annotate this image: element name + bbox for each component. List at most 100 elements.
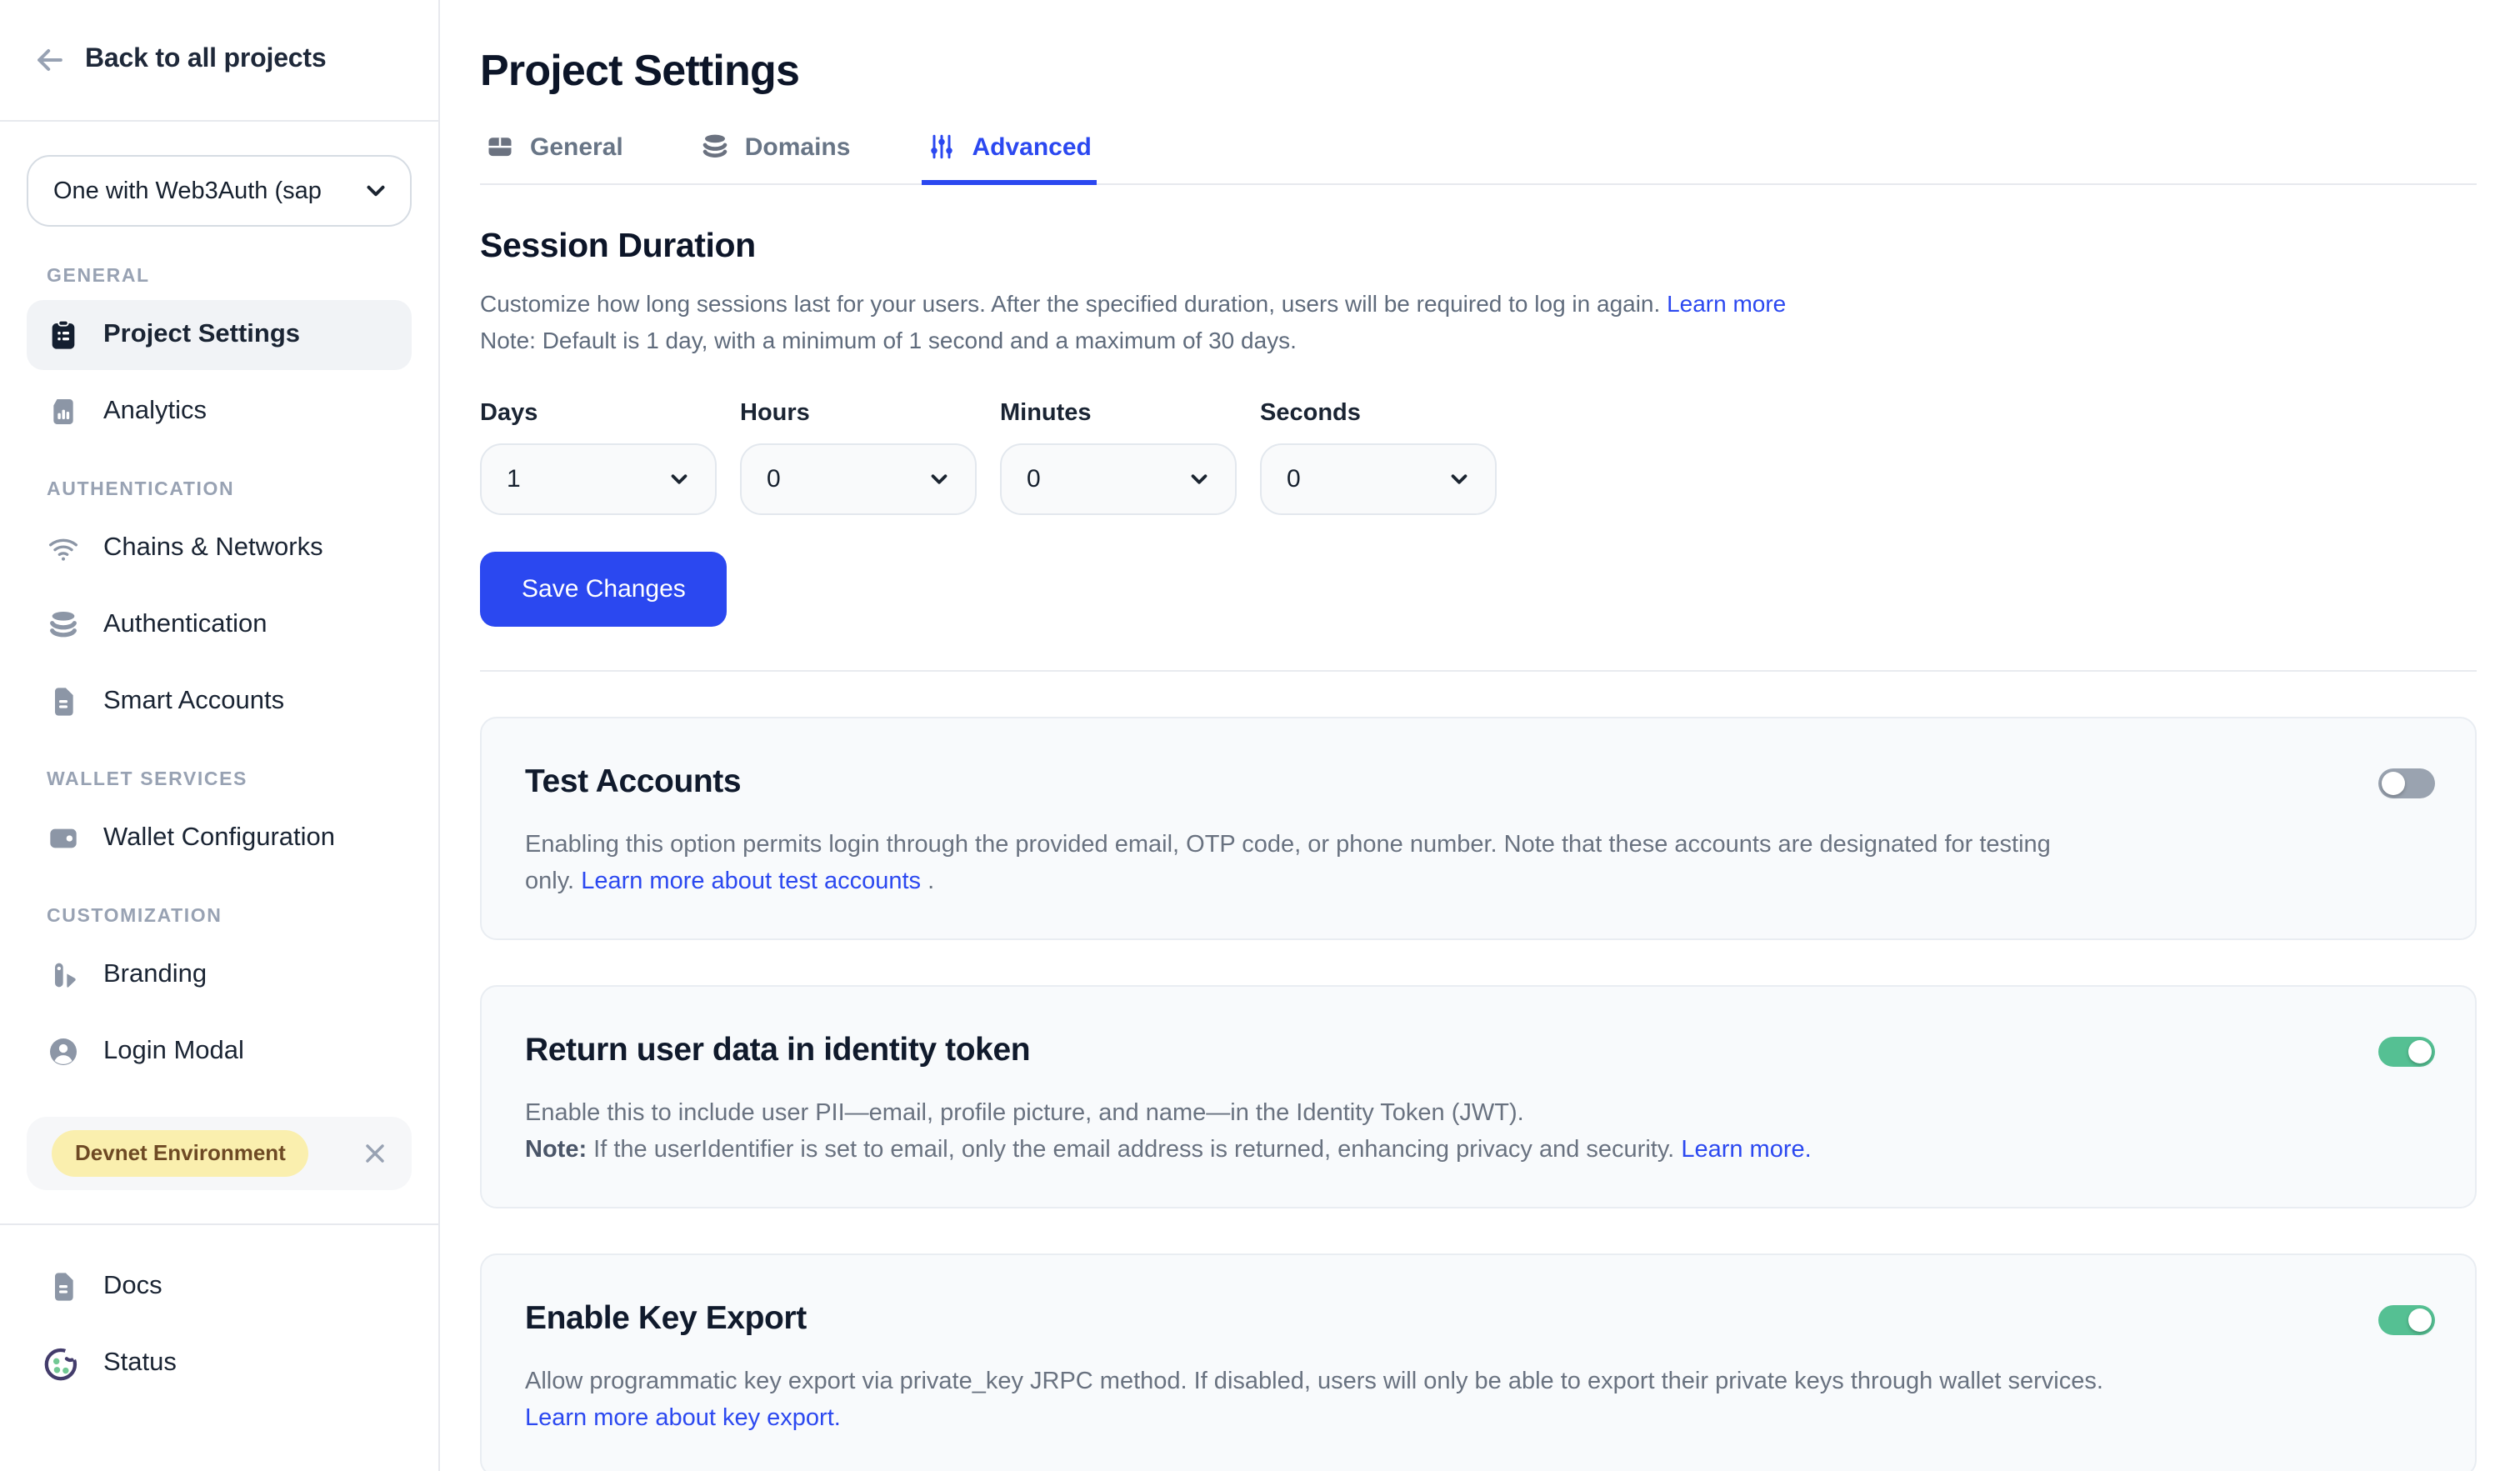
tab-label: Domains bbox=[745, 133, 851, 161]
analytics-icon bbox=[47, 395, 80, 428]
key-export-description: Allow programmatic key export via privat… bbox=[525, 1365, 2103, 1437]
project-selector-value: One with Web3Auth (sap bbox=[53, 178, 322, 204]
main-content: Project Settings General Domains Advance… bbox=[440, 0, 2520, 1471]
session-description-text: Customize how long sessions last for you… bbox=[480, 290, 1667, 317]
days-label: Days bbox=[480, 400, 717, 427]
sidebar-item-project-settings[interactable]: Project Settings bbox=[27, 300, 412, 370]
app-window: Back to all projects One with Web3Auth (… bbox=[0, 0, 2520, 1471]
minutes-label: Minutes bbox=[1000, 400, 1237, 427]
sidebar-item-label: Status bbox=[103, 1348, 177, 1378]
sidebar-item-smart-accounts[interactable]: Smart Accounts bbox=[27, 667, 412, 737]
database-icon bbox=[700, 132, 730, 162]
card-content: Return user data in identity token Enabl… bbox=[525, 1032, 1812, 1168]
sidebar-item-label: Branding bbox=[103, 960, 207, 990]
section-label-customization: CUSTOMIZATION bbox=[47, 907, 412, 927]
database-icon bbox=[47, 608, 80, 642]
test-accounts-line2: only. bbox=[525, 868, 581, 894]
sidebar: Back to all projects One with Web3Auth (… bbox=[0, 0, 440, 1471]
duration-fields: Days 1 Hours 0 Minutes 0 bbox=[480, 400, 2477, 515]
cookie-icon bbox=[40, 1342, 83, 1385]
identity-token-learn-more-link[interactable]: Learn more. bbox=[1681, 1136, 1811, 1163]
sidebar-item-docs[interactable]: Docs bbox=[27, 1252, 412, 1322]
chevron-down-icon bbox=[1447, 467, 1472, 492]
days-field: Days 1 bbox=[480, 400, 717, 515]
file-icon bbox=[47, 685, 80, 718]
sidebar-nav: GENERAL Project Settings Analytics AUTHE… bbox=[0, 240, 438, 1093]
hours-field: Hours 0 bbox=[740, 400, 977, 515]
doc-icon bbox=[47, 1270, 80, 1303]
hours-label: Hours bbox=[740, 400, 977, 427]
identity-token-toggle[interactable] bbox=[2378, 1037, 2435, 1067]
sidebar-item-chains-networks[interactable]: Chains & Networks bbox=[27, 513, 412, 583]
minutes-select[interactable]: 0 bbox=[1000, 443, 1237, 515]
user-circle-icon bbox=[47, 1035, 80, 1068]
wallet-icon bbox=[47, 822, 80, 855]
identity-token-description: Enable this to include user PII—email, p… bbox=[525, 1097, 1812, 1168]
sidebar-item-label: Analytics bbox=[103, 397, 207, 427]
sidebar-item-authentication[interactable]: Authentication bbox=[27, 590, 412, 660]
save-changes-button[interactable]: Save Changes bbox=[480, 552, 728, 627]
key-export-line1: Allow programmatic key export via privat… bbox=[525, 1368, 2103, 1395]
table-icon bbox=[485, 132, 515, 162]
seconds-label: Seconds bbox=[1260, 400, 1497, 427]
section-label-authentication: AUTHENTICATION bbox=[47, 480, 412, 500]
back-to-projects-link[interactable]: Back to all projects bbox=[0, 0, 438, 122]
seconds-field: Seconds 0 bbox=[1260, 400, 1497, 515]
note-label: Note: bbox=[525, 1136, 587, 1163]
clipboard-icon bbox=[47, 318, 80, 352]
hours-select[interactable]: 0 bbox=[740, 443, 977, 515]
environment-badge: Devnet Environment bbox=[52, 1130, 309, 1177]
session-duration-title: Session Duration bbox=[480, 227, 2477, 267]
tab-domains[interactable]: Domains bbox=[695, 132, 856, 185]
sidebar-item-label: Chains & Networks bbox=[103, 533, 323, 563]
test-accounts-learn-more-link[interactable]: Learn more about test accounts bbox=[581, 868, 921, 894]
days-select[interactable]: 1 bbox=[480, 443, 717, 515]
test-accounts-suffix: . bbox=[921, 868, 934, 894]
tab-label: Advanced bbox=[972, 133, 1091, 161]
sidebar-footer: Docs Status bbox=[0, 1223, 438, 1405]
identity-token-card: Return user data in identity token Enabl… bbox=[480, 985, 2477, 1208]
toggle-knob bbox=[2408, 1308, 2432, 1332]
identity-token-line1: Enable this to include user PII—email, p… bbox=[525, 1100, 1524, 1127]
sidebar-item-status[interactable]: Status bbox=[27, 1328, 412, 1398]
project-selector[interactable]: One with Web3Auth (sap bbox=[27, 155, 412, 227]
chevron-down-icon bbox=[1187, 467, 1212, 492]
key-export-toggle[interactable] bbox=[2378, 1305, 2435, 1335]
minutes-field: Minutes 0 bbox=[1000, 400, 1237, 515]
sidebar-item-label: Wallet Configuration bbox=[103, 823, 335, 853]
sidebar-item-branding[interactable]: Branding bbox=[27, 940, 412, 1010]
test-accounts-line1: Enabling this option permits login throu… bbox=[525, 832, 2051, 858]
chevron-down-icon bbox=[362, 177, 390, 205]
section-label-general: GENERAL bbox=[47, 267, 412, 287]
back-label: Back to all projects bbox=[85, 45, 326, 75]
sidebar-item-label: Project Settings bbox=[103, 320, 300, 350]
wifi-icon bbox=[47, 532, 80, 565]
page-title: Project Settings bbox=[480, 45, 2477, 97]
tab-general[interactable]: General bbox=[480, 132, 628, 185]
environment-banner: Devnet Environment bbox=[27, 1117, 412, 1190]
key-export-learn-more-link[interactable]: Learn more about key export. bbox=[525, 1404, 841, 1431]
seconds-select[interactable]: 0 bbox=[1260, 443, 1497, 515]
section-label-wallet-services: WALLET SERVICES bbox=[47, 770, 412, 790]
sidebar-item-login-modal[interactable]: Login Modal bbox=[27, 1017, 412, 1087]
tab-label: General bbox=[530, 133, 623, 161]
sidebar-item-analytics[interactable]: Analytics bbox=[27, 377, 412, 447]
card-content: Enable Key Export Allow programmatic key… bbox=[525, 1300, 2103, 1437]
test-accounts-card: Test Accounts Enabling this option permi… bbox=[480, 717, 2477, 940]
seconds-value: 0 bbox=[1287, 465, 1301, 493]
sidebar-item-wallet-configuration[interactable]: Wallet Configuration bbox=[27, 803, 412, 873]
tab-advanced[interactable]: Advanced bbox=[922, 132, 1096, 185]
test-accounts-toggle[interactable] bbox=[2378, 768, 2435, 798]
toggle-knob bbox=[2382, 772, 2405, 795]
days-value: 1 bbox=[507, 465, 521, 493]
test-accounts-description: Enabling this option permits login throu… bbox=[525, 828, 2051, 900]
chevron-down-icon bbox=[667, 467, 692, 492]
session-note-text: Note: Default is 1 day, with a minimum o… bbox=[480, 327, 1297, 353]
session-duration-description: Customize how long sessions last for you… bbox=[480, 285, 2477, 358]
sidebar-item-label: Login Modal bbox=[103, 1037, 244, 1067]
arrow-left-icon bbox=[32, 42, 68, 78]
close-icon[interactable] bbox=[360, 1138, 390, 1168]
test-accounts-title: Test Accounts bbox=[525, 763, 2051, 802]
session-learn-more-link[interactable]: Learn more bbox=[1667, 290, 1786, 317]
branding-icon bbox=[47, 958, 80, 992]
